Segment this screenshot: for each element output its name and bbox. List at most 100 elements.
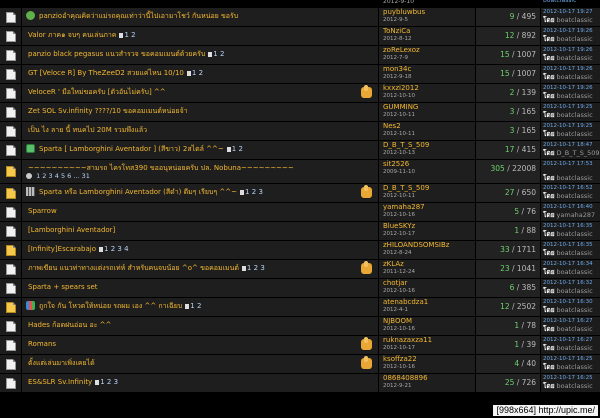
last-post-date[interactable]: 2012-10-17 19:25: [543, 103, 593, 111]
page-link[interactable]: 1: [213, 50, 217, 58]
author-link[interactable]: ruknazaxza11: [383, 336, 432, 345]
last-poster-link[interactable]: boatclassic: [557, 268, 593, 276]
thread-title-link[interactable]: Romans: [28, 340, 56, 348]
last-post-date[interactable]: 2012-10-17 16:30: [543, 298, 593, 306]
author-link[interactable]: kxxzi2012: [383, 84, 419, 93]
last-poster-link[interactable]: boatclassic: [557, 306, 593, 314]
last-post-date[interactable]: 2012-10-17 16:25: [543, 355, 593, 363]
last-poster-link[interactable]: D_B_T_S_509: [557, 149, 600, 157]
author-link[interactable]: D_B_T_S_509: [383, 141, 429, 150]
page-link[interactable]: 2: [107, 378, 111, 386]
page-link[interactable]: 3: [117, 245, 121, 253]
page-link[interactable]: 1: [192, 69, 196, 77]
last-poster-link[interactable]: boatclassic: [557, 249, 593, 257]
author-link[interactable]: zKLAz: [383, 260, 404, 269]
page-link[interactable]: 4: [55, 172, 59, 180]
reply-count[interactable]: 27: [505, 188, 515, 197]
author-link[interactable]: D_B_T_S_509: [383, 184, 429, 193]
thread-title-link[interactable]: Sparta หรือ Lamborghini Aventador (สีดำ)…: [39, 188, 237, 196]
author-link[interactable]: puybluwbus: [383, 8, 425, 17]
page-link[interactable]: 3: [114, 378, 118, 386]
page-link[interactable]: 2: [220, 50, 224, 58]
last-poster-link[interactable]: boatclassic: [557, 325, 593, 333]
thread-title-link[interactable]: ตั้งแต่เล่นมาเพิ่งเคยได้: [28, 359, 95, 367]
author-link[interactable]: GUMMING: [383, 103, 418, 112]
last-poster-link[interactable]: boatclassic: [557, 174, 593, 182]
last-poster-link[interactable]: boatclassic: [557, 54, 593, 62]
page-link[interactable]: 5: [61, 172, 65, 180]
page-link[interactable]: ...: [73, 172, 79, 180]
thread-title-link[interactable]: Sparta + spears set: [28, 283, 98, 291]
page-link[interactable]: 2: [42, 172, 46, 180]
last-poster-link[interactable]: boatclassic: [557, 130, 593, 138]
page-link[interactable]: 3: [260, 264, 264, 272]
author-link[interactable]: yamaha287: [383, 203, 425, 212]
page-link[interactable]: 2: [197, 302, 201, 310]
author-link[interactable]: ksoffza22: [383, 355, 417, 364]
last-post-date[interactable]: 2012-10-17 16:52: [543, 184, 593, 192]
author-link[interactable]: Nes2: [383, 122, 401, 131]
author-link[interactable]: atenabcdza1: [383, 298, 428, 307]
last-poster-link[interactable]: boatclassic: [557, 35, 593, 43]
page-link[interactable]: 2: [199, 69, 203, 77]
last-post-date[interactable]: 2012-10-17 16:40: [543, 203, 593, 211]
author-link[interactable]: ToNziCa: [383, 27, 410, 36]
last-post-date[interactable]: 2012-10-17 16:27: [543, 336, 593, 344]
thread-title-link[interactable]: Sparta [ Lamborghini Aventador ] (สีขาว)…: [39, 145, 224, 153]
page-link[interactable]: 6: [67, 172, 71, 180]
last-poster-link[interactable]: boatclassic: [557, 287, 593, 295]
thread-title-link[interactable]: ~~~~~~~~~~สามรถ ไครโทส390 ขออนุหน่อยครับ…: [28, 164, 294, 172]
thread-title-link[interactable]: panzio black pegasus แนวสำรวจ ขอคอมเมนต์…: [28, 50, 205, 58]
thread-title-link[interactable]: Valor ภาค๑ จบๆ คนเล่นภาค: [28, 31, 116, 39]
last-poster-link[interactable]: boatclassic: [557, 344, 593, 352]
page-link[interactable]: 1: [232, 145, 236, 153]
thread-title-link[interactable]: [Infinity]Escarabajo: [28, 245, 96, 253]
last-poster-link[interactable]: boatclassic: [557, 92, 593, 100]
reply-count[interactable]: 15: [500, 69, 510, 78]
last-poster-link[interactable]: boatclassic: [557, 382, 593, 390]
page-link[interactable]: 4: [124, 245, 128, 253]
thread-title-link[interactable]: GT [Veloce R] By TheZeeD2 สวยแค่ไหน 10/1…: [28, 69, 184, 77]
page-link[interactable]: 1: [100, 378, 104, 386]
page-link[interactable]: 1: [36, 172, 40, 180]
page-link[interactable]: 2: [131, 31, 135, 39]
page-link[interactable]: 1: [104, 245, 108, 253]
reply-count[interactable]: 305: [491, 164, 505, 173]
last-poster-link[interactable]: boatclassic: [557, 111, 593, 119]
last-poster-link[interactable]: yamaha287: [557, 211, 596, 219]
last-poster-link[interactable]: boatclassic: [557, 363, 593, 371]
author-link[interactable]: BlueSKYz: [383, 222, 415, 231]
author-link[interactable]: zoReLexoz: [383, 46, 420, 55]
last-post-date[interactable]: 2012-10-17 19:27: [543, 8, 593, 16]
last-post-date[interactable]: 2012-10-17 19:26: [543, 27, 593, 35]
page-link[interactable]: 2: [252, 188, 256, 196]
last-post-date[interactable]: 2012-10-17 19:25: [543, 122, 593, 130]
last-post-date[interactable]: 2012-10-17 16:27: [543, 317, 593, 325]
thread-title-link[interactable]: [Lamborghini Aventador]: [28, 226, 115, 234]
page-link[interactable]: 31: [82, 172, 90, 180]
last-post-date[interactable]: 2012-10-17 16:32: [543, 279, 593, 287]
thread-title-link[interactable]: ภาพเขียน แนวท่าทางแต่งรถเท่ห์ สำหรับคนจบ…: [28, 264, 239, 272]
reply-count[interactable]: 33: [500, 245, 510, 254]
thread-title-link[interactable]: เป็น ไง ลาย นี้ ทนคไป 20M รวมพึงแล้ว: [28, 126, 147, 134]
last-poster-link[interactable]: boatclassic: [557, 192, 593, 200]
reply-count[interactable]: 23: [500, 264, 510, 273]
last-post-date[interactable]: 2012-10-17 17:53: [543, 160, 593, 168]
last-poster-link[interactable]: boatclassic: [557, 16, 593, 24]
last-post-date[interactable]: 2012-10-17 16:34: [543, 260, 593, 268]
author-link[interactable]: NJBOOM: [383, 317, 412, 326]
thread-title-link[interactable]: Sparrow: [28, 207, 57, 215]
last-post-date[interactable]: 2012-10-17 19:26: [543, 46, 593, 54]
page-link[interactable]: 2: [239, 145, 243, 153]
author-link[interactable]: 0868408896: [383, 374, 428, 383]
thread-title-link[interactable]: ES&SLR Sv.Infinity: [28, 378, 92, 386]
page-link[interactable]: 1: [124, 31, 128, 39]
last-poster-link[interactable]: boatclassic: [557, 73, 593, 81]
reply-count[interactable]: 15: [500, 50, 510, 59]
thread-title-link[interactable]: VeloceR ' มือใหม่ขอครับ [ตัวอันไม่ครับ] …: [28, 88, 166, 96]
page-link[interactable]: 1: [247, 264, 251, 272]
last-post-date[interactable]: 2012-10-17 19:26: [543, 65, 593, 73]
reply-count[interactable]: 17: [505, 145, 515, 154]
thread-title-link[interactable]: Hades ก้อดฝนอ่อน อะ ^^: [28, 321, 111, 329]
reply-count[interactable]: 12: [500, 302, 510, 311]
